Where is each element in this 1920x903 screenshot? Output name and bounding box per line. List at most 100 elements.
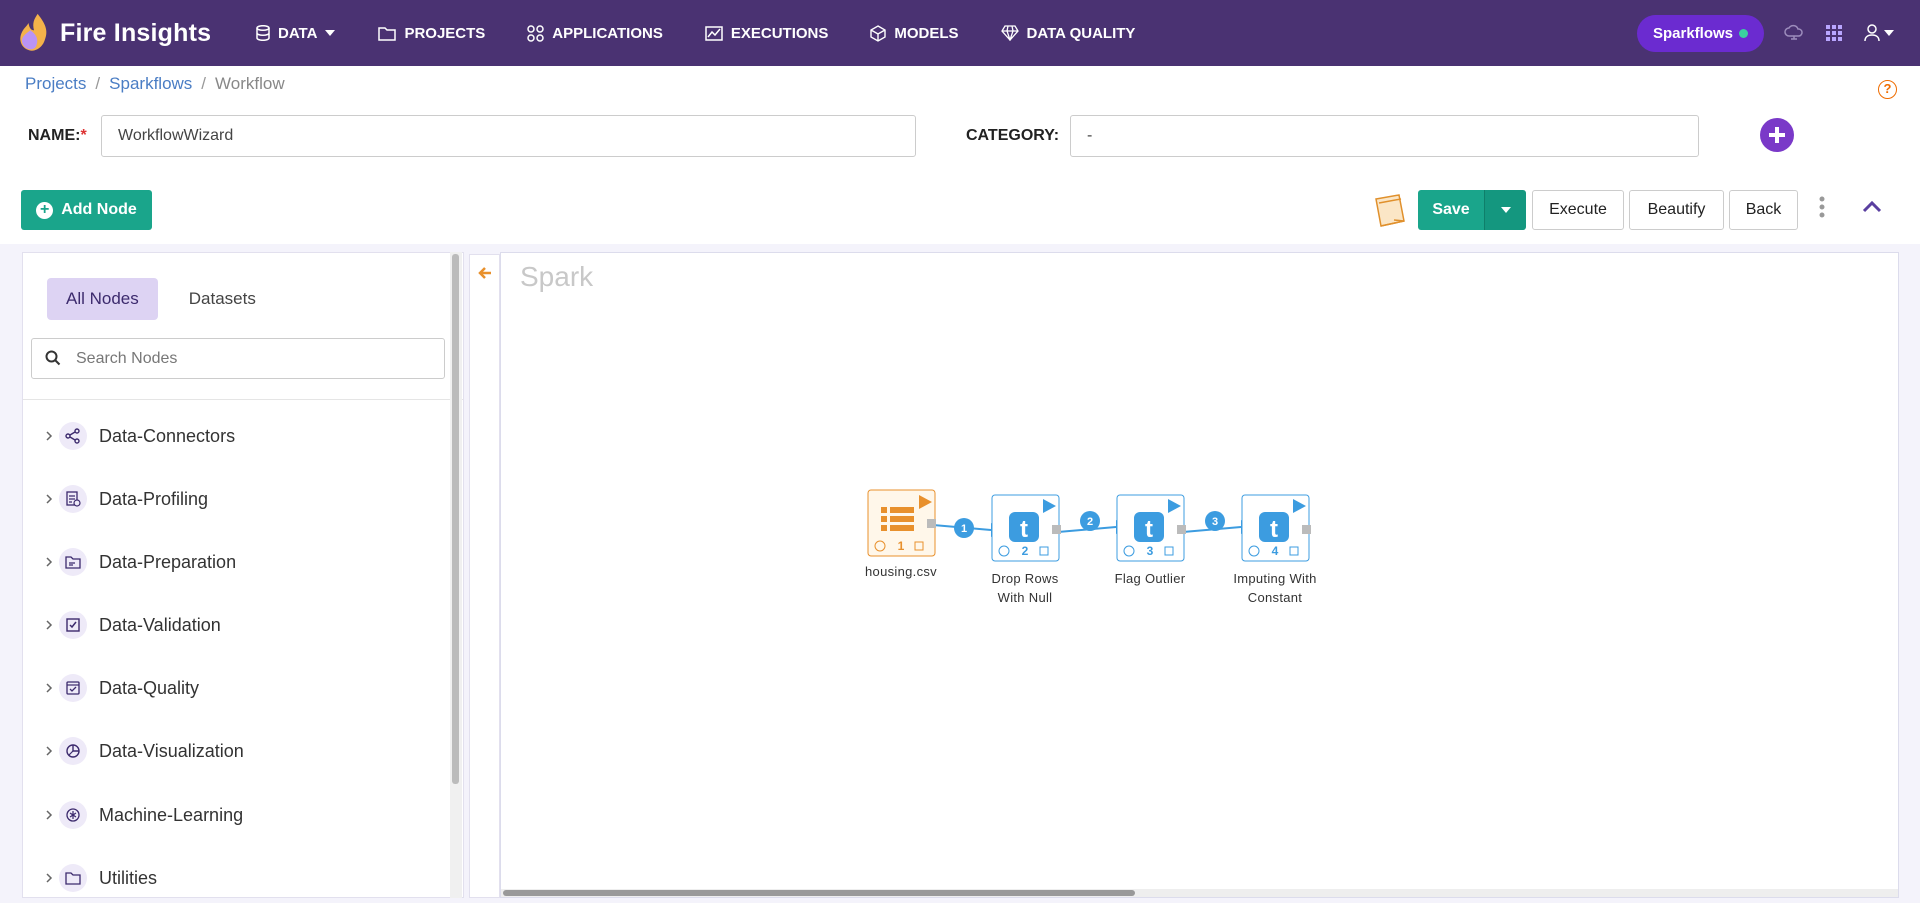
add-node-button[interactable]: + Add Node: [21, 190, 152, 230]
grid-apps-icon[interactable]: [1826, 25, 1842, 41]
chevron-right-icon: [46, 431, 53, 441]
category-data-validation[interactable]: Data-Validation: [23, 607, 463, 643]
nav-data[interactable]: DATA: [256, 25, 336, 42]
sticky-note-icon[interactable]: [1373, 191, 1407, 229]
edge-3-label: 3: [1212, 516, 1218, 528]
workflow-name-input[interactable]: WorkflowWizard: [101, 115, 916, 157]
back-button[interactable]: Back: [1729, 190, 1798, 230]
search-placeholder: Search Nodes: [76, 350, 178, 367]
plus-circle-icon: +: [36, 201, 54, 219]
edge-3[interactable]: 3: [1182, 511, 1251, 534]
nav-data-label: DATA: [278, 24, 318, 42]
node-4-label: Imputing With Constant: [1233, 571, 1317, 605]
tab-datasets[interactable]: Datasets: [170, 278, 275, 320]
edge-2[interactable]: 2: [1057, 511, 1126, 534]
apps-icon: [527, 24, 545, 42]
node-3-number: 3: [1147, 544, 1154, 558]
node-4-number: 4: [1272, 544, 1279, 558]
category-data-quality[interactable]: Data-Quality: [23, 670, 463, 706]
category-label: CATEGORY:: [966, 127, 1060, 144]
name-label: NAME:*: [28, 127, 87, 144]
nav-projects-label: PROJECTS: [404, 24, 486, 42]
chevron-right-icon: [46, 873, 53, 883]
user-menu-icon[interactable]: [1864, 24, 1896, 42]
caret-down-icon: [1500, 207, 1511, 213]
save-dropdown-button[interactable]: [1484, 190, 1526, 230]
node-drop-rows-with-null[interactable]: t 2: [991, 494, 1061, 562]
plus-icon: [1769, 127, 1785, 143]
nav-data-quality[interactable]: DATA QUALITY: [1000, 25, 1135, 42]
brain-icon: [59, 801, 87, 829]
search-icon: [45, 350, 61, 366]
database-icon: [256, 25, 270, 41]
node-palette: All Nodes Datasets Search Nodes Data-Con…: [22, 252, 464, 898]
folder-icon: [59, 864, 87, 892]
workflow-canvas[interactable]: Spark 1 2 3 1 t 2 t 3 t 4 housing.csv Dr…: [500, 252, 1899, 898]
node-flag-outlier[interactable]: t 3: [1116, 494, 1186, 562]
collapse-palette-button[interactable]: [469, 254, 500, 898]
canvas-horizontal-scrollbar[interactable]: [501, 889, 1898, 897]
top-navbar: Fire Insights DATA PROJECTS APPLICATIONS…: [0, 0, 1920, 66]
svg-text:t: t: [1145, 516, 1153, 543]
status-dot: [1739, 28, 1748, 38]
help-icon[interactable]: ?: [1878, 80, 1897, 99]
table-list-icon: [881, 507, 914, 531]
save-button[interactable]: Save: [1418, 190, 1484, 230]
search-nodes-input[interactable]: Search Nodes: [31, 338, 445, 379]
profile-doc-icon: [59, 485, 87, 513]
quality-check-icon: [59, 674, 87, 702]
tab-all-nodes[interactable]: All Nodes: [47, 278, 158, 320]
output-port[interactable]: [927, 519, 936, 528]
palette-scrollbar[interactable]: [452, 254, 459, 784]
nav-models-label: MODELS: [894, 24, 959, 42]
more-options-icon[interactable]: [1818, 196, 1826, 218]
arrow-left-icon: [478, 267, 491, 279]
chevron-right-icon: [46, 494, 53, 504]
breadcrumb-current: Workflow: [215, 74, 285, 93]
collapse-chevron-up-icon[interactable]: [1862, 201, 1882, 213]
breadcrumb-projects[interactable]: Projects: [25, 74, 86, 93]
output-port[interactable]: [1052, 525, 1061, 534]
nav-models[interactable]: MODELS: [870, 24, 959, 42]
category-data-preparation[interactable]: Data-Preparation: [23, 544, 463, 580]
project-name: Sparkflows: [1652, 24, 1733, 42]
output-port[interactable]: [1177, 525, 1186, 534]
chevron-right-icon: [46, 683, 53, 693]
breadcrumb-sparkflows[interactable]: Sparkflows: [109, 74, 192, 93]
category-utilities[interactable]: Utilities: [23, 860, 463, 896]
node-3-label: Flag Outlier: [1114, 571, 1186, 586]
node-2-label: Drop Rows With Null: [991, 571, 1059, 605]
nav-projects[interactable]: PROJECTS: [378, 25, 485, 42]
category-data-connectors[interactable]: Data-Connectors: [23, 418, 463, 454]
chevron-right-icon: [46, 810, 53, 820]
folder-open-icon: [59, 548, 87, 576]
category-data-profiling[interactable]: Data-Profiling: [23, 481, 463, 517]
add-field-button[interactable]: [1760, 118, 1794, 152]
nav-applications[interactable]: APPLICATIONS: [527, 25, 663, 42]
chevron-right-icon: [46, 620, 53, 630]
cloud-icon[interactable]: [1784, 24, 1804, 42]
brand[interactable]: Fire Insights: [16, 12, 256, 54]
nav-executions-label: EXECUTIONS: [730, 24, 829, 42]
project-selector[interactable]: Sparkflows: [1636, 14, 1764, 52]
workflow-header: Projects / Sparkflows / Workflow ? NAME:* Wo…: [0, 66, 1920, 244]
category-input[interactable]: -: [1070, 115, 1699, 157]
execute-button[interactable]: Execute: [1532, 190, 1624, 230]
breadcrumb: Projects / Sparkflows / Workflow: [25, 74, 285, 93]
category-machine-learning[interactable]: Machine-Learning: [23, 797, 463, 833]
node-2-number: 2: [1022, 544, 1029, 558]
share-nodes-icon: [59, 422, 87, 450]
edge-1-label: 1: [961, 523, 967, 535]
node-housing-csv[interactable]: 1: [867, 489, 936, 557]
checkbox-icon: [59, 611, 87, 639]
node-1-number: 1: [898, 539, 905, 553]
category-data-visualization[interactable]: Data-Visualization: [23, 733, 463, 769]
beautify-button[interactable]: Beautify: [1629, 190, 1724, 230]
folder-icon: [378, 26, 397, 41]
output-port[interactable]: [1302, 525, 1311, 534]
node-imputing-with-constant[interactable]: t 4: [1241, 494, 1311, 562]
svg-text:t: t: [1020, 516, 1028, 543]
chart-icon: [705, 25, 723, 41]
edge-1[interactable]: 1: [932, 518, 1001, 538]
nav-executions[interactable]: EXECUTIONS: [705, 24, 829, 42]
